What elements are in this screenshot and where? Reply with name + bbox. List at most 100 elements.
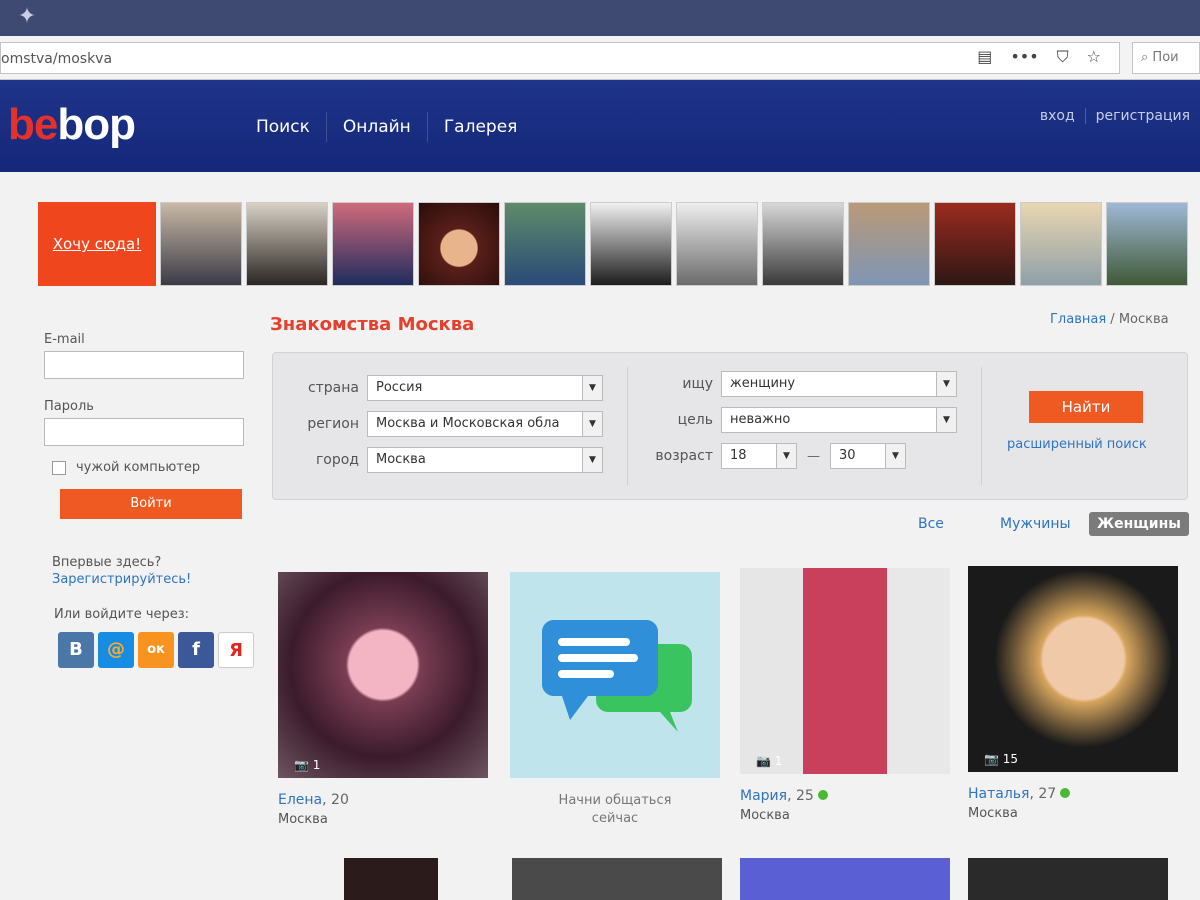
profile-card[interactable]: 📷 1 Мария, 25 Москва [740, 568, 950, 823]
goal-select[interactable]: неважно ▼ [721, 407, 957, 433]
age-from-select[interactable]: 18 ▼ [721, 443, 797, 469]
odnoklassniki-icon[interactable]: ок [138, 632, 174, 668]
profile-card[interactable]: 📷 15 Наталья, 27 Москва [968, 566, 1178, 821]
chat-promo-card[interactable]: Начни общаться сейчас [510, 572, 720, 828]
chevron-down-icon: ▼ [776, 444, 796, 468]
next-row-photo[interactable] [344, 858, 438, 900]
featured-thumb[interactable] [590, 202, 672, 286]
register-link[interactable]: регистрация [1086, 108, 1200, 124]
search-filters: страна Россия ▼ регион Москва и Московск… [272, 352, 1188, 500]
password-field[interactable] [44, 418, 244, 446]
email-field[interactable] [44, 351, 244, 379]
nav-gallery[interactable]: Галерея [428, 112, 534, 142]
facebook-icon[interactable]: f [178, 632, 214, 668]
first-time-text: Впервые здесь? [52, 555, 162, 570]
profile-city: Москва [968, 806, 1018, 821]
email-label: E-mail [44, 332, 85, 347]
chevron-down-icon: ▼ [582, 412, 602, 436]
featured-thumb[interactable] [504, 202, 586, 286]
featured-thumb[interactable] [418, 202, 500, 286]
profile-photo[interactable]: 📷 1 [740, 568, 950, 774]
page-body: Хочу сюда! E-mail Пароль чужой компьютер… [0, 172, 1200, 900]
next-row-photo[interactable] [512, 858, 722, 900]
browser-search-field[interactable]: ⌕ Пои [1132, 42, 1200, 74]
vk-icon[interactable]: В [58, 632, 94, 668]
photo-count: 📷 1 [294, 758, 321, 772]
site-logo[interactable]: bebop [8, 100, 136, 150]
browser-tab-bar: ✦ [0, 0, 1200, 36]
social-buttons: В @ ок f Я [58, 632, 254, 668]
featured-thumb[interactable] [762, 202, 844, 286]
profile-name[interactable]: Наталья [968, 786, 1029, 802]
chat-promo-line1: Начни общаться [558, 793, 672, 808]
breadcrumb-home[interactable]: Главная [1050, 312, 1106, 327]
chevron-down-icon: ▼ [936, 372, 956, 396]
reader-view-icon[interactable]: ▤ [977, 47, 992, 67]
featured-thumb[interactable] [676, 202, 758, 286]
nav-search[interactable]: Поиск [240, 112, 327, 142]
pocket-icon[interactable]: ⛉ [1057, 47, 1069, 67]
nav-online[interactable]: Онлайн [327, 112, 428, 142]
photo-count: 📷 15 [984, 752, 1019, 766]
login-button[interactable]: Войти [60, 489, 242, 519]
tab-women[interactable]: Женщины [1089, 512, 1189, 536]
seeking-value: женщину [730, 376, 796, 391]
advanced-search-link[interactable]: расширенный поиск [1007, 437, 1147, 452]
featured-thumb[interactable] [1106, 202, 1188, 286]
profile-name-age: Мария, 25 [740, 788, 950, 804]
yandex-icon[interactable]: Я [218, 632, 254, 668]
filters-divider [981, 367, 982, 485]
profile-name[interactable]: Елена [278, 792, 322, 808]
featured-strip: Хочу сюда! [38, 202, 1188, 286]
search-placeholder: Пои [1152, 50, 1179, 65]
featured-thumb[interactable] [1020, 202, 1102, 286]
goal-label: цель [677, 412, 713, 428]
age-row: возраст 18 ▼ — 30 ▼ [643, 443, 906, 469]
featured-thumb[interactable] [246, 202, 328, 286]
profile-age: , 27 [1029, 786, 1057, 802]
city-value: Москва [376, 452, 426, 467]
want-here-button[interactable]: Хочу сюда! [38, 202, 156, 286]
city-label: город [315, 452, 359, 468]
tab-men[interactable]: Мужчины [1000, 516, 1071, 532]
country-row: страна Россия ▼ [297, 375, 603, 401]
age-label: возраст [655, 448, 713, 464]
country-value: Россия [376, 380, 423, 395]
more-actions-icon[interactable]: ••• [1010, 47, 1038, 67]
profile-photo[interactable]: 📷 1 [278, 572, 488, 778]
country-select[interactable]: Россия ▼ [367, 375, 603, 401]
age-to-select[interactable]: 30 ▼ [830, 443, 906, 469]
photo-count: 📷 1 [756, 754, 783, 768]
new-tab-icon[interactable]: ✦ [14, 4, 40, 30]
browser-toolbar: omstva/moskva ▤ ••• ⛉ ☆ ⌕ Пои [0, 36, 1200, 80]
login-link[interactable]: вход [1030, 108, 1086, 124]
address-text: omstva/moskva [1, 51, 113, 67]
register-now-link[interactable]: Зарегистрируйтесь! [52, 572, 254, 587]
profile-name[interactable]: Мария [740, 788, 787, 804]
logo-part-white: bop [57, 100, 136, 149]
find-button[interactable]: Найти [1029, 391, 1143, 423]
tab-all[interactable]: Все [918, 516, 944, 532]
chat-promo-image[interactable] [510, 572, 720, 778]
address-bar[interactable]: omstva/moskva ▤ ••• ⛉ ☆ [0, 42, 1120, 74]
next-row-photo[interactable] [968, 858, 1168, 900]
region-select[interactable]: Москва и Московская обла ▼ [367, 411, 603, 437]
region-value: Москва и Московская обла [376, 416, 560, 431]
featured-thumb[interactable] [848, 202, 930, 286]
breadcrumb-separator: / [1106, 312, 1119, 327]
foreign-computer-checkbox[interactable] [52, 460, 66, 475]
city-select[interactable]: Москва ▼ [367, 447, 603, 473]
site-header: bebop Поиск Онлайн Галерея вход регистра… [0, 80, 1200, 172]
featured-thumb[interactable] [934, 202, 1016, 286]
featured-thumb[interactable] [332, 202, 414, 286]
seeking-select[interactable]: женщину ▼ [721, 371, 957, 397]
next-row-photo[interactable] [740, 858, 950, 900]
region-row: регион Москва и Московская обла ▼ [297, 411, 603, 437]
profile-card[interactable]: 📷 1 Елена, 20 Москва [278, 572, 488, 827]
featured-thumb[interactable] [160, 202, 242, 286]
goal-row: цель неважно ▼ [643, 407, 957, 433]
mailru-icon[interactable]: @ [98, 632, 134, 668]
chevron-down-icon: ▼ [936, 408, 956, 432]
profile-photo[interactable]: 📷 15 [968, 566, 1178, 772]
bookmark-star-icon[interactable]: ☆ [1087, 47, 1101, 67]
